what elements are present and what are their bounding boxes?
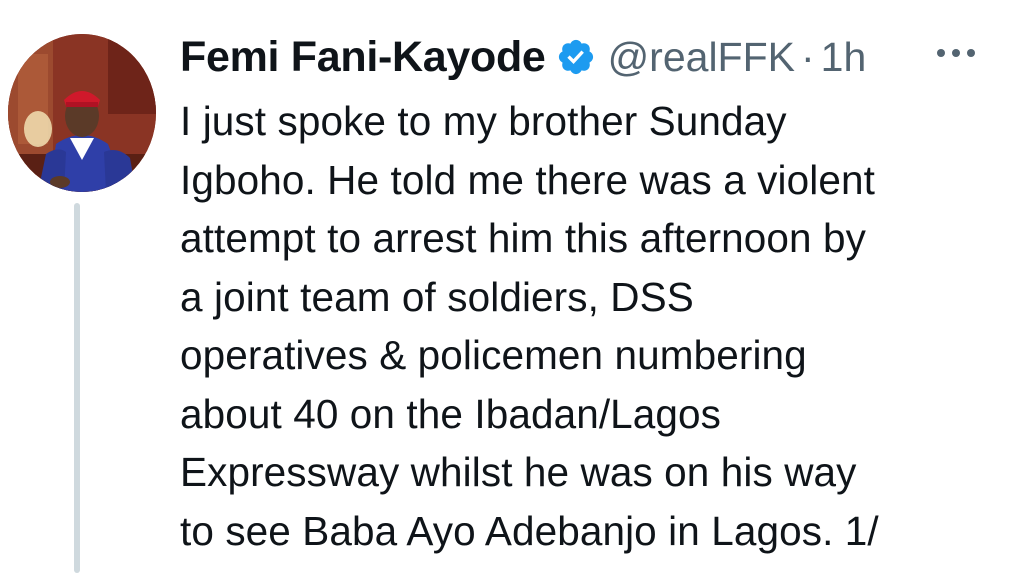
tweet: Femi Fani-Kayode @realFFK · 1h I just sp… bbox=[0, 0, 1024, 573]
avatar-photo bbox=[8, 34, 156, 192]
tweet-body-line: attempt to arrest him this afternoon by bbox=[180, 215, 866, 261]
tweet-body-line: I just spoke to my brother Sunday bbox=[180, 98, 787, 144]
more-options-icon[interactable] bbox=[935, 46, 977, 58]
verified-badge-icon bbox=[556, 37, 596, 77]
tweet-body-line: Igboho. He told me there was a violent bbox=[180, 156, 875, 203]
separator-dot: · bbox=[801, 33, 815, 80]
avatar[interactable] bbox=[8, 34, 156, 192]
tweet-body: I just spoke to my brother Sunday Igboho… bbox=[180, 92, 1010, 560]
user-handle[interactable]: @realFFK bbox=[608, 34, 795, 81]
thread-connector-line bbox=[74, 203, 80, 573]
tweet-body-line: operatives & policemen numbering bbox=[180, 332, 807, 378]
tweet-header: Femi Fani-Kayode @realFFK · 1h bbox=[180, 26, 866, 88]
timestamp[interactable]: 1h bbox=[821, 34, 867, 81]
tweet-body-line: to see Baba Ayo Adebanjo in Lagos. 1/ bbox=[180, 507, 879, 554]
tweet-body-line: a joint team of soldiers, DSS bbox=[180, 273, 694, 320]
display-name[interactable]: Femi Fani-Kayode bbox=[180, 33, 546, 82]
tweet-body-line: Expressway whilst he was on his way bbox=[180, 449, 857, 495]
tweet-body-line: about 40 on the Ibadan/Lagos bbox=[180, 390, 722, 437]
